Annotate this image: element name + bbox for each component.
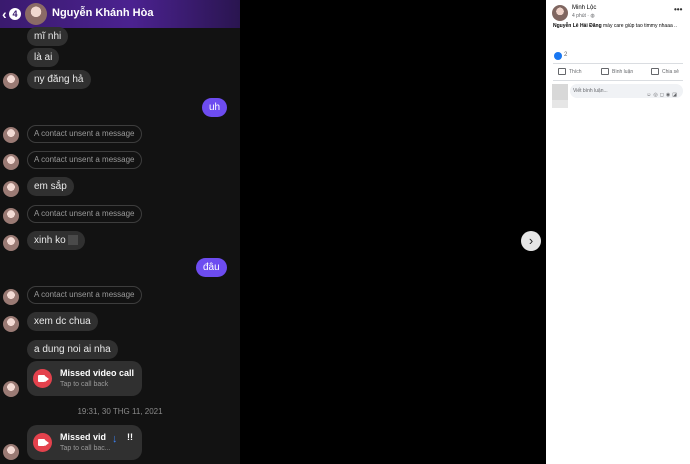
call-subtitle: Tap to call bac...	[60, 445, 111, 452]
contact-avatar[interactable]	[25, 3, 47, 25]
unread-badge: 4	[9, 8, 21, 20]
call-title: Missed vid	[60, 432, 107, 442]
call-subtitle: Tap to call back	[60, 381, 109, 388]
unsent-notice: A contact unsent a message	[27, 151, 142, 169]
contact-avatar	[3, 181, 19, 197]
missed-video-call[interactable]: Missed vid Tap to call bac...	[27, 425, 142, 460]
post-text: Nguyễn Lê Hải Đăng mày care giúp tao tim…	[553, 23, 677, 29]
reaction-count[interactable]: 2	[564, 52, 567, 58]
unsent-notice: A contact unsent a message	[27, 125, 142, 143]
post-time[interactable]: 4 phút · ◍	[572, 13, 595, 19]
contact-avatar	[3, 316, 19, 332]
like-reaction-icon[interactable]	[554, 52, 562, 60]
comment-icon	[601, 68, 609, 75]
chat-header: ‹ 4 Nguyễn Khánh Hòa	[0, 0, 240, 28]
message-bubble[interactable]: em sắp	[27, 177, 74, 196]
back-arrow-icon[interactable]: ‹	[2, 6, 7, 22]
contact-avatar	[3, 154, 19, 170]
author-avatar[interactable]	[552, 5, 568, 21]
comment-tools-icon[interactable]: ☺◎◻◉◪	[646, 88, 679, 102]
viewer-avatar	[552, 84, 568, 100]
tagged-user[interactable]: Nguyễn Lê Hải Đăng	[553, 23, 602, 29]
emoji-icon	[67, 235, 78, 246]
message-bubble[interactable]: xem dc chua	[27, 312, 98, 331]
viewer-avatar-shadow	[552, 100, 568, 108]
message-text: xinh ko	[34, 235, 66, 246]
message-bubble[interactable]: mĩ nhi	[27, 27, 69, 46]
message-bubble[interactable]: a dung noi ai nha	[27, 340, 118, 359]
contact-avatar	[3, 127, 19, 143]
divider	[553, 80, 683, 81]
more-options-icon[interactable]: •••	[674, 5, 682, 14]
timestamp-divider: 19:31, 30 THG 11, 2021	[77, 407, 163, 416]
unsent-notice: A contact unsent a message	[27, 286, 142, 304]
video-camera-icon	[33, 369, 52, 388]
video-camera-icon	[33, 433, 52, 452]
my-message-bubble[interactable]: uh	[202, 98, 228, 117]
my-message-bubble[interactable]: đâu	[196, 258, 227, 277]
facebook-post-panel: Minh Lộc 4 phút · ◍ ••• Nguyễn Lê Hải Đă…	[546, 0, 690, 464]
missed-video-call[interactable]: Missed video call Tap to call back	[27, 361, 142, 396]
message-bubble[interactable]: ny đăng hả	[27, 70, 91, 89]
contact-avatar	[3, 444, 19, 460]
contact-avatar	[3, 73, 19, 89]
share-button[interactable]: Chia sẻ	[651, 68, 679, 75]
comment-placeholder: Viết bình luận...	[573, 88, 608, 94]
like-button[interactable]: Thích	[558, 68, 582, 75]
trailing-text: !!	[127, 432, 133, 442]
next-arrow-button[interactable]: ›	[521, 231, 541, 251]
contact-avatar	[3, 381, 19, 397]
message-bubble[interactable]: xinh ko	[27, 231, 85, 250]
comment-input[interactable]: Viết bình luận... ☺◎◻◉◪	[570, 84, 683, 98]
globe-icon: ◍	[590, 13, 595, 19]
contact-name[interactable]: Nguyễn Khánh Hòa	[52, 7, 153, 19]
download-arrow-icon[interactable]: ↓	[112, 433, 118, 445]
divider	[553, 63, 683, 64]
message-bubble[interactable]: là ai	[27, 48, 60, 67]
contact-avatar	[3, 208, 19, 224]
contact-avatar	[3, 235, 19, 251]
call-title: Missed video call	[60, 368, 135, 378]
comment-button[interactable]: Bình luận	[601, 68, 633, 75]
contact-avatar	[3, 289, 19, 305]
unsent-notice: A contact unsent a message	[27, 205, 142, 223]
messenger-panel: ‹ 4 Nguyễn Khánh Hòa mĩ nhi là ai ny đăn…	[0, 0, 240, 464]
thumbs-up-icon	[558, 68, 566, 75]
share-icon	[651, 68, 659, 75]
author-name[interactable]: Minh Lộc	[572, 5, 596, 11]
